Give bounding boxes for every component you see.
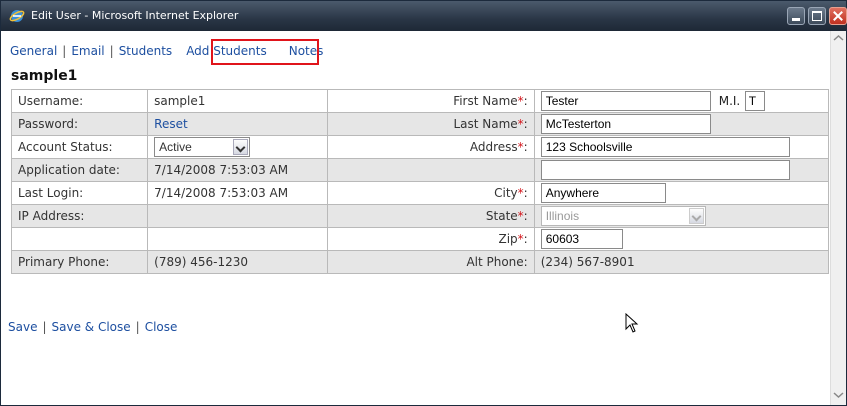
ie-window: Edit User - Microsoft Internet Explorer … (0, 0, 847, 406)
state-label: State*: (326, 204, 535, 228)
address-cell: 123 Schoolsville (533, 135, 830, 159)
last-login-label: Last Login: (10, 181, 149, 205)
internet-explorer-icon (9, 10, 25, 22)
tab-separator: | (109, 44, 114, 58)
empty-cell (147, 227, 328, 251)
address-line2-field[interactable] (540, 160, 790, 180)
account-status-cell: Active (147, 135, 328, 159)
minimize-button[interactable] (787, 7, 805, 25)
save-and-close-button[interactable]: Save & Close (52, 320, 131, 334)
page-content: General | Email | Students Add Students Notes … (2, 31, 830, 405)
chevron-down-icon (233, 139, 249, 155)
required-marker: * (517, 232, 524, 246)
action-separator: | (42, 320, 47, 334)
required-marker: * (517, 94, 524, 108)
title-bar[interactable]: Edit User - Microsoft Internet Explorer (1, 1, 847, 31)
address-label: Address*: (326, 135, 535, 159)
primary-phone-label: Primary Phone: (10, 250, 149, 274)
address-field[interactable]: 123 Schoolsville (540, 137, 790, 157)
state-select[interactable]: Illinois (540, 206, 706, 226)
scroll-up-icon[interactable] (833, 34, 844, 42)
empty-cell (10, 227, 149, 251)
mouse-cursor-icon (625, 313, 639, 333)
username-value: sample1 (147, 89, 328, 113)
close-window-button[interactable] (829, 7, 847, 25)
form-actions: Save | Save & Close | Close (8, 320, 177, 334)
first-name-cell: Tester M.I. T (533, 89, 830, 113)
city-label: City*: (326, 181, 535, 205)
mi-field[interactable]: T (744, 91, 765, 111)
city-cell: Anywhere (533, 181, 830, 205)
table-row: Username: sample1 First Name*: Tester M.… (10, 89, 830, 113)
password-cell: Reset (147, 112, 328, 136)
username-label: Username: (10, 89, 149, 113)
tab-email[interactable]: Email (71, 44, 104, 58)
table-row: Application date: 7/14/2008 7:53:03 AM (10, 158, 830, 182)
window-title: Edit User - Microsoft Internet Explorer (31, 9, 239, 22)
required-marker: * (517, 209, 524, 223)
user-details-table: Username: sample1 First Name*: Tester M.… (10, 89, 830, 274)
scroll-down-icon[interactable] (833, 391, 844, 399)
add-students-highlight (211, 39, 319, 65)
last-name-field[interactable]: McTesterton (540, 114, 711, 134)
account-status-select[interactable]: Active (154, 137, 251, 157)
action-separator: | (135, 320, 140, 334)
maximize-button[interactable] (808, 7, 826, 25)
state-cell: Illinois (533, 204, 830, 228)
first-name-field[interactable]: Tester (540, 91, 711, 111)
first-name-label: First Name*: (326, 89, 535, 113)
ip-address-value (147, 204, 328, 228)
last-login-value: 7/14/2008 7:53:03 AM (147, 181, 328, 205)
last-name-cell: McTesterton (533, 112, 830, 136)
table-row: Primary Phone: (789) 456-1230 Alt Phone:… (10, 250, 830, 274)
empty-label (326, 158, 535, 182)
table-row: IP Address: State*: Illinois (10, 204, 830, 228)
address2-cell (533, 158, 830, 182)
zip-label: Zip*: (326, 227, 535, 251)
zip-cell: 60603 (533, 227, 830, 251)
zip-field[interactable]: 60603 (540, 229, 623, 249)
table-row: Password: Reset Last Name*: McTesterton (10, 112, 830, 136)
save-button[interactable]: Save (8, 320, 37, 334)
account-status-label: Account Status: (10, 135, 149, 159)
tab-students[interactable]: Students (119, 44, 173, 58)
alt-phone-label: Alt Phone: (326, 250, 535, 274)
tab-separator: | (62, 44, 67, 58)
required-marker: * (517, 117, 524, 131)
reset-password-link[interactable]: Reset (154, 117, 188, 131)
tab-general[interactable]: General (10, 44, 57, 58)
required-marker: * (517, 186, 524, 200)
ip-address-label: IP Address: (10, 204, 149, 228)
last-name-label: Last Name*: (326, 112, 535, 136)
close-button[interactable]: Close (145, 320, 178, 334)
password-label: Password: (10, 112, 149, 136)
table-row: Last Login: 7/14/2008 7:53:03 AM City*: … (10, 181, 830, 205)
application-date-label: Application date: (10, 158, 149, 182)
mi-label: M.I. (718, 94, 741, 108)
table-row: Zip*: 60603 (10, 227, 830, 251)
table-row: Account Status: Active Address*: 123 Sch… (10, 135, 830, 159)
chevron-down-icon (688, 208, 704, 224)
required-marker: * (517, 140, 524, 154)
application-date-value: 7/14/2008 7:53:03 AM (147, 158, 328, 182)
city-field[interactable]: Anywhere (540, 183, 666, 203)
page-title: sample1 (11, 68, 78, 84)
vertical-scrollbar[interactable] (830, 31, 846, 405)
alt-phone-value: (234) 567-8901 (533, 250, 830, 274)
primary-phone-value: (789) 456-1230 (147, 250, 328, 274)
